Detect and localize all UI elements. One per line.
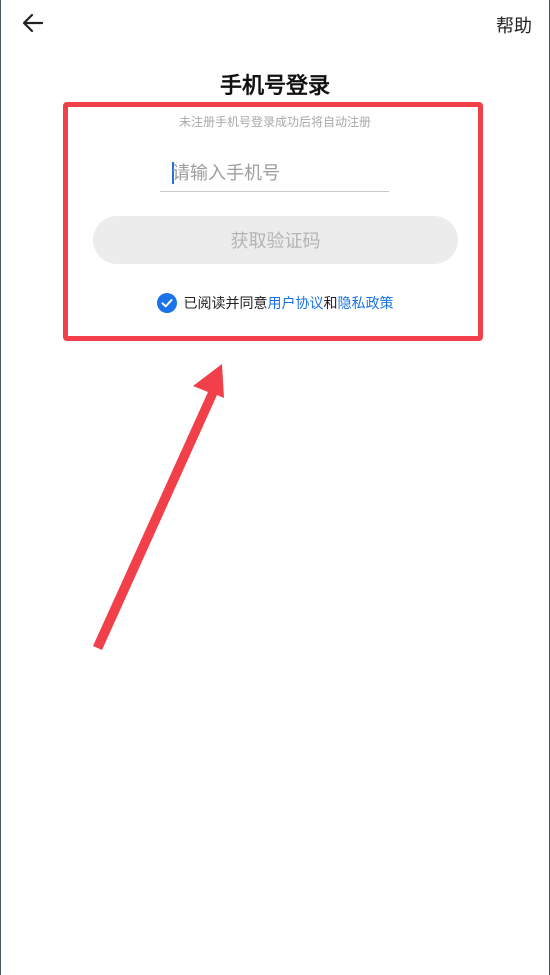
privacy-policy-link[interactable]: 隐私政策	[338, 293, 394, 313]
phone-input[interactable]	[172, 156, 382, 191]
annotation-arrow	[93, 364, 224, 650]
phone-input-field[interactable]	[160, 156, 389, 192]
user-agreement-link[interactable]: 用户协议	[268, 293, 324, 313]
agreement-conjunction: 和	[323, 296, 338, 312]
annotation-arrow-shape	[93, 364, 224, 650]
register-hint: 未注册手机号登录成功后将自动注册	[178, 115, 371, 129]
agreement-row: 已阅读并同意 用户协议和隐私政策	[0, 293, 550, 313]
checked-circle-icon[interactable]	[156, 293, 177, 313]
back-button[interactable]	[16, 8, 50, 38]
get-verification-code-button[interactable]: 获取验证码	[93, 216, 458, 264]
arrow-left-icon	[22, 13, 44, 33]
page-title: 手机号登录	[219, 74, 330, 99]
frame-edge-left	[0, 0, 1, 975]
agreement-prefix: 已阅读并同意	[183, 296, 268, 312]
help-link[interactable]: 帮助	[496, 12, 532, 38]
